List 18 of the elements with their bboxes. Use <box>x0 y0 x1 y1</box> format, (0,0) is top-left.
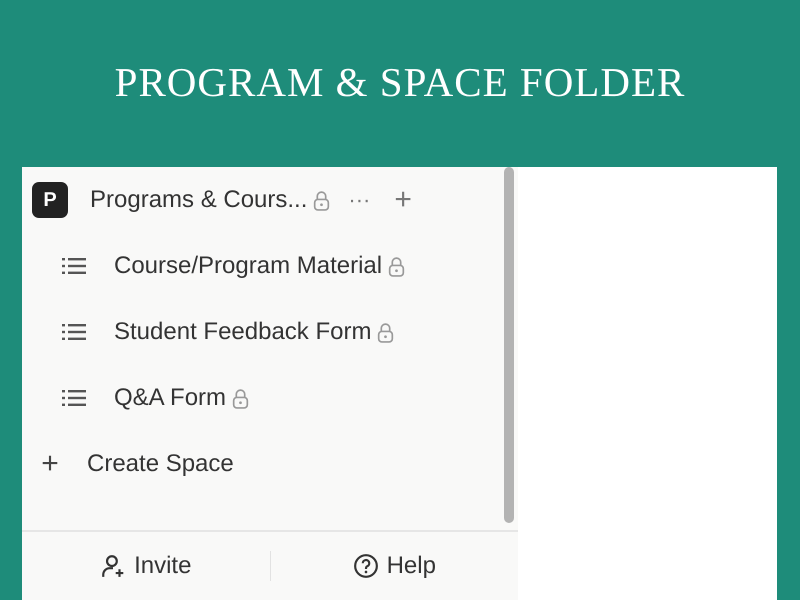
list-item[interactable]: Course/Program Material <box>114 252 382 280</box>
list-icon <box>62 257 86 275</box>
banner-title: PROGRAM & SPACE FOLDER <box>114 58 686 107</box>
list-icon <box>62 323 86 341</box>
list-icon <box>62 389 86 407</box>
space-name[interactable]: Programs & Cours... <box>90 186 308 214</box>
add-button[interactable]: + <box>394 183 412 217</box>
invite-button[interactable]: Invite <box>22 551 270 581</box>
list-item[interactable]: Student Feedback Form <box>114 318 372 346</box>
scrollbar[interactable] <box>504 167 514 523</box>
space-badge: P <box>32 182 68 218</box>
add-user-icon <box>100 553 126 579</box>
list-item[interactable]: Q&A Form <box>114 384 226 412</box>
create-space-link[interactable]: Create Space <box>87 450 234 478</box>
help-button[interactable]: Help <box>270 551 518 581</box>
plus-icon: + <box>37 447 63 481</box>
more-button[interactable]: ··· <box>348 187 370 213</box>
help-icon <box>352 553 379 579</box>
